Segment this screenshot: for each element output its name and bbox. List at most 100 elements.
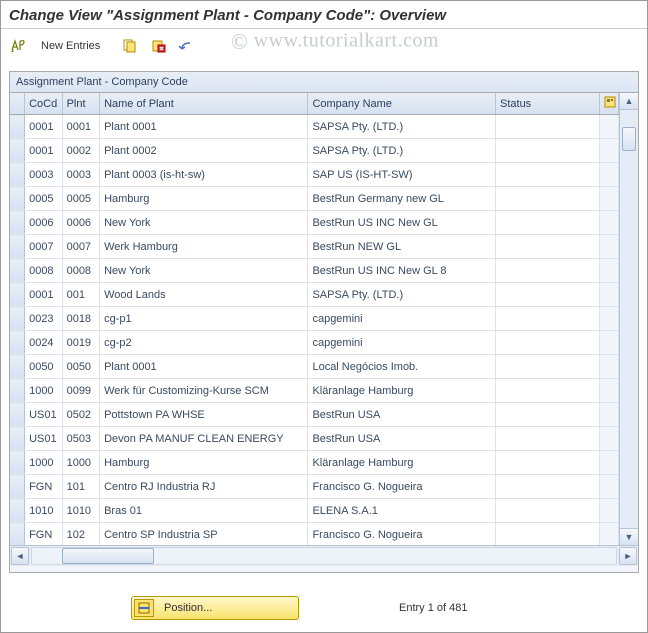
row-selector[interactable] bbox=[10, 139, 25, 163]
table-row[interactable]: US010502Pottstown PA WHSEBestRun USA bbox=[10, 403, 619, 427]
cell-name[interactable]: New York bbox=[100, 259, 308, 283]
cell-company[interactable]: SAP US (IS-HT-SW) bbox=[308, 163, 496, 187]
cell-status[interactable] bbox=[496, 355, 600, 379]
row-selector[interactable] bbox=[10, 523, 25, 546]
cell-name[interactable]: Bras 01 bbox=[100, 499, 308, 523]
delete-icon[interactable] bbox=[147, 36, 169, 56]
cell-name[interactable]: Werk für Customizing-Kurse SCM bbox=[100, 379, 308, 403]
cell-plnt[interactable]: 0003 bbox=[62, 163, 100, 187]
cell-plnt[interactable]: 0503 bbox=[62, 427, 100, 451]
table-row[interactable]: 00060006New YorkBestRun US INC New GL bbox=[10, 211, 619, 235]
cell-name[interactable]: Plant 0001 bbox=[100, 115, 308, 139]
cell-name[interactable]: Centro RJ Industria RJ bbox=[100, 475, 308, 499]
cell-name[interactable]: New York bbox=[100, 211, 308, 235]
cell-plnt[interactable]: 0008 bbox=[62, 259, 100, 283]
cell-cocd[interactable]: 0050 bbox=[25, 355, 63, 379]
cell-plnt[interactable]: 0006 bbox=[62, 211, 100, 235]
cell-status[interactable] bbox=[496, 139, 600, 163]
cell-company[interactable]: BestRun US INC New GL bbox=[308, 211, 496, 235]
table-row[interactable]: 00010001Plant 0001SAPSA Pty. (LTD.) bbox=[10, 115, 619, 139]
col-name[interactable]: Name of Plant bbox=[100, 93, 308, 115]
cell-plnt[interactable]: 1010 bbox=[62, 499, 100, 523]
scroll-up-icon[interactable]: ▲ bbox=[620, 93, 638, 110]
row-selector[interactable] bbox=[10, 235, 25, 259]
cell-plnt[interactable]: 0005 bbox=[62, 187, 100, 211]
col-status[interactable]: Status bbox=[496, 93, 600, 115]
cell-cocd[interactable]: 1010 bbox=[25, 499, 63, 523]
cell-plnt[interactable]: 0007 bbox=[62, 235, 100, 259]
cell-cocd[interactable]: 1000 bbox=[25, 379, 63, 403]
row-selector[interactable] bbox=[10, 331, 25, 355]
cell-plnt[interactable]: 0050 bbox=[62, 355, 100, 379]
table-row[interactable]: 10000099Werk für Customizing-Kurse SCMKl… bbox=[10, 379, 619, 403]
row-selector-header[interactable] bbox=[10, 93, 25, 115]
new-entries-button[interactable]: New Entries bbox=[35, 38, 106, 54]
row-selector[interactable] bbox=[10, 355, 25, 379]
cell-plnt[interactable]: 102 bbox=[62, 523, 100, 546]
row-selector[interactable] bbox=[10, 211, 25, 235]
row-selector[interactable] bbox=[10, 403, 25, 427]
row-selector[interactable] bbox=[10, 427, 25, 451]
cell-status[interactable] bbox=[496, 259, 600, 283]
scroll-right-icon[interactable]: ► bbox=[619, 547, 637, 565]
cell-company[interactable]: SAPSA Pty. (LTD.) bbox=[308, 139, 496, 163]
cell-name[interactable]: Centro SP Industria SP bbox=[100, 523, 308, 546]
cell-cocd[interactable]: US01 bbox=[25, 427, 63, 451]
cell-cocd[interactable]: 0007 bbox=[25, 235, 63, 259]
cell-name[interactable]: Plant 0001 bbox=[100, 355, 308, 379]
table-row[interactable]: 00230018cg-p1capgemini bbox=[10, 307, 619, 331]
table-row[interactable]: FGN102Centro SP Industria SPFrancisco G.… bbox=[10, 523, 619, 546]
cell-plnt[interactable]: 1000 bbox=[62, 451, 100, 475]
row-selector[interactable] bbox=[10, 259, 25, 283]
cell-cocd[interactable]: 0008 bbox=[25, 259, 63, 283]
table-row[interactable]: 00240019cg-p2capgemini bbox=[10, 331, 619, 355]
cell-plnt[interactable]: 0502 bbox=[62, 403, 100, 427]
table-settings-icon[interactable] bbox=[600, 93, 619, 115]
cell-status[interactable] bbox=[496, 499, 600, 523]
scroll-thumb[interactable] bbox=[622, 127, 636, 151]
cell-company[interactable]: BestRun US INC New GL 8 bbox=[308, 259, 496, 283]
table-row[interactable]: 00010002Plant 0002SAPSA Pty. (LTD.) bbox=[10, 139, 619, 163]
cell-name[interactable]: Wood Lands bbox=[100, 283, 308, 307]
cell-status[interactable] bbox=[496, 523, 600, 546]
cell-company[interactable]: capgemini bbox=[308, 331, 496, 355]
row-selector[interactable] bbox=[10, 499, 25, 523]
cell-company[interactable]: Local Negócios Imob. bbox=[308, 355, 496, 379]
cell-plnt[interactable]: 0099 bbox=[62, 379, 100, 403]
cell-status[interactable] bbox=[496, 427, 600, 451]
cell-company[interactable]: Francisco G. Nogueira bbox=[308, 523, 496, 546]
cell-status[interactable] bbox=[496, 331, 600, 355]
cell-company[interactable]: BestRun USA bbox=[308, 403, 496, 427]
cell-company[interactable]: Kläranlage Hamburg bbox=[308, 379, 496, 403]
cell-cocd[interactable]: 0001 bbox=[25, 283, 63, 307]
cell-cocd[interactable]: 0005 bbox=[25, 187, 63, 211]
table-row[interactable]: 0001001Wood LandsSAPSA Pty. (LTD.) bbox=[10, 283, 619, 307]
cell-plnt[interactable]: 001 bbox=[62, 283, 100, 307]
cell-plnt[interactable]: 0001 bbox=[62, 115, 100, 139]
cell-status[interactable] bbox=[496, 307, 600, 331]
cell-cocd[interactable]: 0003 bbox=[25, 163, 63, 187]
cell-plnt[interactable]: 0019 bbox=[62, 331, 100, 355]
cell-plnt[interactable]: 101 bbox=[62, 475, 100, 499]
toggle-display-icon[interactable] bbox=[7, 36, 29, 56]
col-cocd[interactable]: CoCd bbox=[25, 93, 63, 115]
row-selector[interactable] bbox=[10, 115, 25, 139]
row-selector[interactable] bbox=[10, 187, 25, 211]
cell-name[interactable]: cg-p2 bbox=[100, 331, 308, 355]
cell-name[interactable]: Devon PA MANUF CLEAN ENERGY bbox=[100, 427, 308, 451]
table-row[interactable]: 00050005HamburgBestRun Germany new GL bbox=[10, 187, 619, 211]
cell-status[interactable] bbox=[496, 211, 600, 235]
cell-cocd[interactable]: 0024 bbox=[25, 331, 63, 355]
table-row[interactable]: 10001000HamburgKläranlage Hamburg bbox=[10, 451, 619, 475]
cell-plnt[interactable]: 0018 bbox=[62, 307, 100, 331]
cell-name[interactable]: Plant 0003 (is-ht-sw) bbox=[100, 163, 308, 187]
col-plnt[interactable]: Plnt bbox=[62, 93, 100, 115]
table-row[interactable]: 00070007Werk HamburgBestRun NEW GL bbox=[10, 235, 619, 259]
cell-company[interactable]: Kläranlage Hamburg bbox=[308, 451, 496, 475]
cell-status[interactable] bbox=[496, 187, 600, 211]
row-selector[interactable] bbox=[10, 379, 25, 403]
cell-name[interactable]: cg-p1 bbox=[100, 307, 308, 331]
scroll-left-icon[interactable]: ◄ bbox=[11, 547, 29, 565]
cell-name[interactable]: Plant 0002 bbox=[100, 139, 308, 163]
hscroll-thumb[interactable] bbox=[62, 548, 154, 564]
